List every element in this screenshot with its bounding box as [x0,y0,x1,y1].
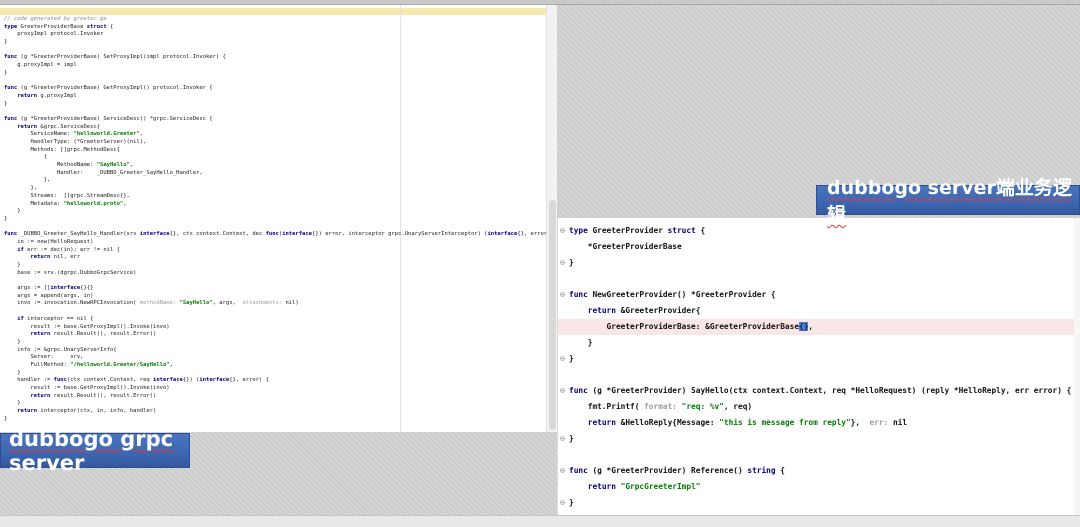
code-line: func _DUBBO_Greeter_SayHello_Handler(srv… [0,231,546,239]
code-line: HandlerType: (*GreeterServer)(nil), [0,139,546,147]
code-line: args = append(args, in) [0,293,546,301]
code-line: type GreeterProviderBase struct { [0,24,546,32]
code-line: return result.Result(), result.Error() [0,393,546,401]
code-line: } [0,400,546,408]
window-bottom-edge [0,515,1080,527]
code-line: } [558,431,1080,447]
code-line: { [0,154,546,162]
code-line: return result.Result(), result.Error() [0,331,546,339]
code-line: if err := dec(in); err != nil { [0,247,546,255]
code-line: return &GreeterProvider{ [558,303,1080,319]
window-top-edge [0,0,1080,5]
code-line: } [558,495,1080,511]
code-line: func NewGreeterProvider() *GreeterProvid… [558,287,1080,303]
code-line [0,308,546,316]
left-code-editor[interactable]: // code generated by greeter.gotype Gree… [0,5,557,432]
code-line: Server: srv, [0,354,546,362]
caption-dubbogo-server-logic: dubbogo server端业务逻辑 [816,185,1080,215]
highlighted-code-line: GreeterProviderBase: &GreeterProviderBas… [558,319,1080,335]
caption-text-misspelled: dubbogo grpc [9,427,173,451]
right-editor-scrollbar[interactable] [1074,218,1080,515]
code-line: }, [0,177,546,185]
code-line [558,447,1080,463]
code-line: args := []interface{}{} [0,285,546,293]
code-line: handler := func(ctx context.Context, req… [0,377,546,385]
code-line: func (g *GreeterProvider) SayHello(ctx c… [558,383,1080,399]
code-line: g.proxyImpl = impl [0,62,546,70]
code-line: *GreeterProviderBase [558,239,1080,255]
code-line: return &HelloReply{Message: "this is mes… [558,415,1080,431]
caption-dubbogo-grpc-server: dubbogo grpc server [0,433,190,468]
code-line: return g.proxyImpl [0,93,546,101]
scrollbar-thumb[interactable] [549,200,556,430]
modified-line-highlight-bar [0,8,546,15]
code-line: } [558,335,1080,351]
code-line: return &grpc.ServiceDesc{ [0,124,546,132]
code-line [0,47,546,55]
code-line: } [0,216,546,224]
code-line: invo := invocation.NewRPCInvocation( met… [0,300,546,308]
code-line: }, [0,185,546,193]
code-line [0,78,546,86]
fold-marker-icon[interactable] [560,388,565,393]
code-line: if interceptor == nil { [0,316,546,324]
left-editor-scrollbar[interactable] [546,5,557,432]
code-line: return interceptor(ctx, in, info, handle… [0,408,546,416]
code-line: } [0,101,546,109]
fold-marker-icon[interactable] [560,228,565,233]
code-line: info := &grpc.UnaryServerInfo{ [0,347,546,355]
fold-marker-icon[interactable] [560,436,565,441]
code-line: } [0,416,546,424]
fold-marker-icon[interactable] [560,292,565,297]
code-line: in := new(HelloRequest) [0,239,546,247]
code-line: ServiceName: "helloworld.Greeter", [0,131,546,139]
code-line [0,108,546,116]
code-line: result := base.GetProxyImpl().Invoke(inv… [0,385,546,393]
code-line: Handler: _DUBBO_Greeter_SayHello_Handler… [0,170,546,178]
code-line [558,367,1080,383]
code-line: Metadata: "helloworld.proto", [0,201,546,209]
code-line: // code generated by greeter.go [0,16,546,24]
presentation-slide: { "colors": { "bg_gray": "#d3d3d3", "acc… [0,0,1080,527]
code-line: } [0,208,546,216]
code-line: } [0,262,546,270]
fold-marker-icon[interactable] [560,356,565,361]
code-line: func (g *GreeterProviderBase) GetProxyIm… [0,85,546,93]
code-line: return "GrpcGreeterImpl" [558,479,1080,495]
code-line: } [0,370,546,378]
code-line: Streams: []grpc.StreamDesc{}, [0,193,546,201]
code-line [558,271,1080,287]
provider-code-text: type GreeterProvider struct { *GreeterPr… [558,223,1080,511]
code-line: FullMethod: "/helloworld.Greeter/SayHell… [0,362,546,370]
caption-text: server [9,451,84,475]
code-line: result := base.GetProxyImpl().Invoke(inv… [0,324,546,332]
code-line: Methods: []grpc.MethodDesc{ [0,147,546,155]
code-line [0,277,546,285]
code-line: return nil, err [0,254,546,262]
right-code-editor[interactable]: type GreeterProvider struct { *GreeterPr… [557,218,1080,515]
fold-marker-icon[interactable] [560,468,565,473]
code-line: } [0,39,546,47]
code-line [0,224,546,232]
caption-text-misspelled: dubbogo server端业务逻辑 [827,177,1072,226]
code-line: } [0,70,546,78]
code-line: base := srv.(dgrpc.DubboGrpcService) [0,270,546,278]
code-line: } [558,255,1080,271]
code-line: func (g *GreeterProviderBase) SetProxyIm… [0,54,546,62]
generated-code-text: // code generated by greeter.gotype Gree… [0,16,546,423]
code-line: func (g *GreeterProvider) Reference() st… [558,463,1080,479]
fold-marker-icon[interactable] [560,500,565,505]
fold-marker-icon[interactable] [560,260,565,265]
code-line: } [0,339,546,347]
code-line: fmt.Printf( format: "req: %v", req) [558,399,1080,415]
code-line: MethodName: "SayHello", [0,162,546,170]
code-line: func (g *GreeterProviderBase) ServiceDes… [0,116,546,124]
code-line: proxyImpl protocol.Invoker [0,31,546,39]
code-line: } [558,351,1080,367]
